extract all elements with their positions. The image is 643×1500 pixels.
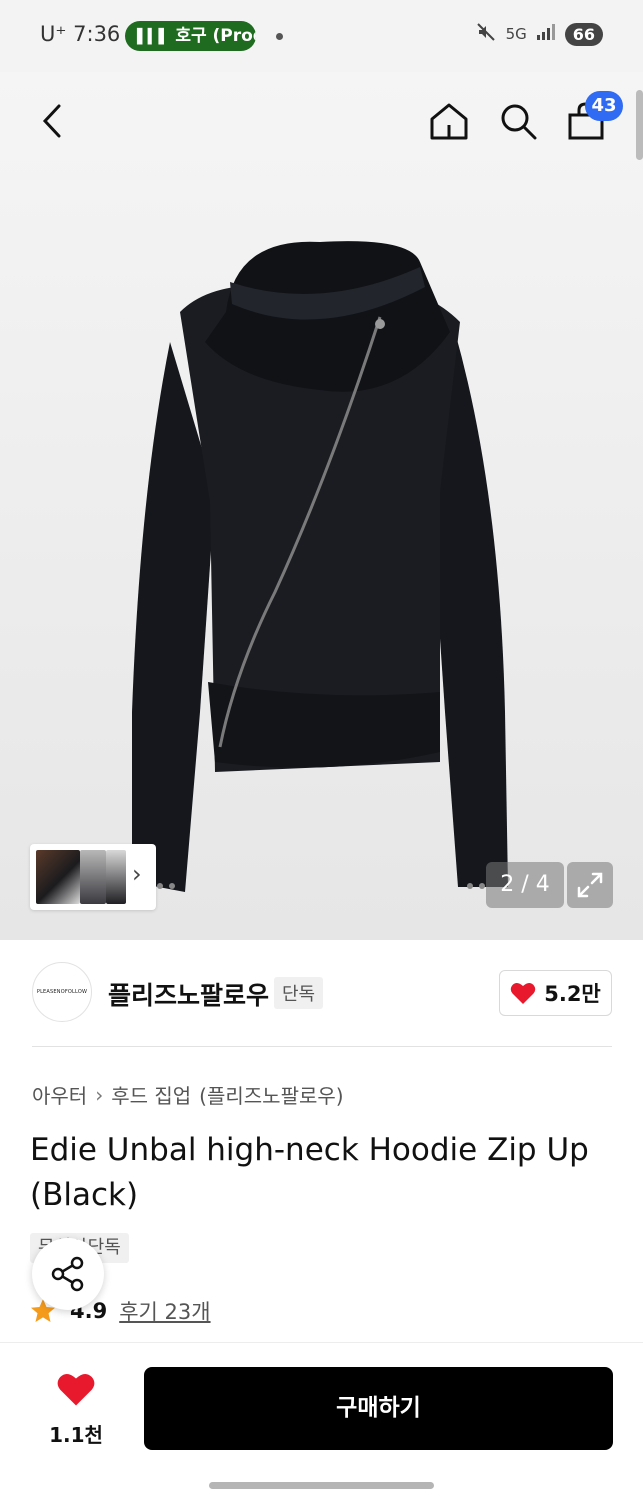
heart-icon xyxy=(510,982,536,1004)
breadcrumb-separator-icon: › xyxy=(95,1082,104,1107)
network-type: 5G xyxy=(505,25,527,43)
notification-dot xyxy=(276,33,283,40)
status-carrier-time: U⁺ 7:36 xyxy=(40,22,121,46)
search-button[interactable] xyxy=(495,98,541,144)
brand-name[interactable]: 플리즈노팔로우 xyxy=(108,976,269,1012)
wishlist-count: 1.1천 xyxy=(49,1423,103,1447)
active-call-chip[interactable]: ▌▍▌ 호구 (Prod xyxy=(125,21,256,51)
fullscreen-button[interactable] xyxy=(567,862,613,908)
battery-indicator: 66 xyxy=(564,22,603,46)
home-icon xyxy=(430,103,468,140)
brand-like-count: 5.2만 xyxy=(544,982,601,1006)
category-breadcrumb: 아우터 › 후드 집업 (플리즈노팔로우) xyxy=(32,1080,344,1109)
divider xyxy=(32,1046,612,1047)
home-button[interactable] xyxy=(426,98,472,144)
brand-exclusive-tag: 단독 xyxy=(274,977,324,1009)
search-icon xyxy=(501,104,537,140)
thumbnail-3[interactable] xyxy=(106,850,126,904)
review-count-link[interactable]: 후기 23개 xyxy=(119,1296,210,1326)
top-navigation-bar xyxy=(0,80,643,160)
signal-icon xyxy=(536,24,555,44)
back-button[interactable] xyxy=(30,98,76,144)
status-bar: U⁺ 7:36 ▌▍▌ 호구 (Prod 5G 66 xyxy=(0,0,643,72)
product-title: Edie Unbal high-neck Hoodie Zip Up (Blac… xyxy=(30,1132,589,1213)
bottom-action-bar: 1.1천 구매하기 xyxy=(0,1342,643,1500)
chevron-left-icon xyxy=(42,104,61,138)
chevron-right-icon[interactable]: › xyxy=(132,860,142,888)
image-page-counter: 2 / 4 xyxy=(486,862,564,908)
breadcrumb-item[interactable]: (플리즈노팔로우) xyxy=(199,1080,343,1109)
expand-icon xyxy=(577,872,603,898)
cart-count-badge: 43 xyxy=(585,91,623,121)
share-button[interactable] xyxy=(32,1238,104,1310)
mute-icon xyxy=(476,22,496,46)
brand-like-button[interactable]: 5.2만 xyxy=(499,970,612,1016)
brand-logo[interactable]: PLEASENOFOLLOW xyxy=(32,962,92,1022)
wishlist-button[interactable]: 1.1천 xyxy=(40,1371,112,1451)
product-photo xyxy=(132,241,508,892)
thumbnail-strip[interactable]: › xyxy=(30,844,156,910)
status-icons: 5G 66 xyxy=(476,22,603,46)
brand-logo-text: PLEASENOFOLLOW xyxy=(36,989,88,995)
share-icon xyxy=(51,1256,84,1292)
thumbnail-1[interactable] xyxy=(36,850,80,904)
thumbnail-2[interactable] xyxy=(80,850,106,904)
buy-button[interactable]: 구매하기 xyxy=(144,1367,613,1450)
product-image-gallery[interactable] xyxy=(0,72,643,940)
scroll-indicator xyxy=(636,90,643,160)
breadcrumb-item[interactable]: 후드 집업 xyxy=(111,1080,191,1109)
brand-row: PLEASENOFOLLOW 플리즈노팔로우 단독 5.2만 xyxy=(0,940,643,1046)
home-indicator[interactable] xyxy=(209,1482,434,1489)
breadcrumb-item[interactable]: 아우터 xyxy=(32,1080,87,1109)
heart-icon xyxy=(57,1373,95,1406)
call-wave-icon: ▌▍▌ xyxy=(137,29,170,45)
call-chip-label: 호구 (Prod xyxy=(175,26,256,46)
